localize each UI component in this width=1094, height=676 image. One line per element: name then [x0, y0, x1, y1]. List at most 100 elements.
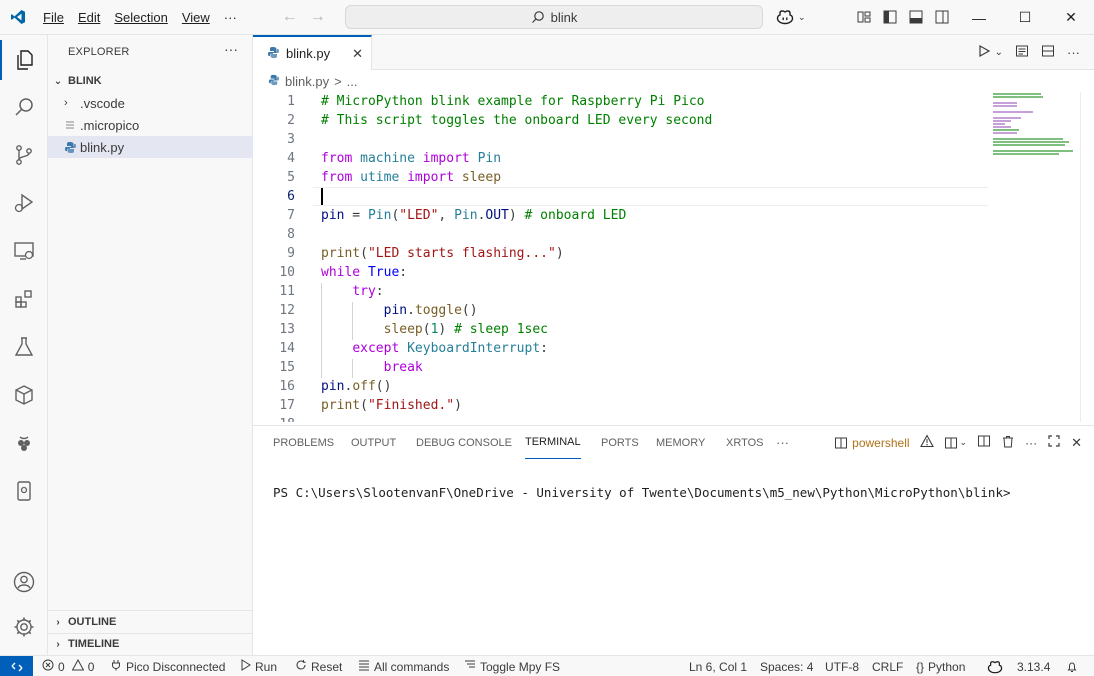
code-line-13: 13 sleep(1) # sleep 1sec — [253, 320, 988, 339]
settings-gear-icon[interactable] — [0, 607, 48, 647]
tree-item-micropico[interactable]: .micropico — [48, 114, 253, 136]
explorer-icon[interactable] — [0, 40, 48, 80]
menu-selection[interactable]: Selection — [107, 0, 174, 35]
all-commands-button[interactable]: All commands — [358, 656, 449, 676]
menu-view[interactable]: View — [175, 0, 217, 35]
notifications-bell-icon[interactable] — [1066, 656, 1078, 676]
terminal-prompt[interactable]: PS C:\Users\SlootenvanF\OneDrive - Unive… — [273, 485, 1011, 500]
tree-item-vscode[interactable]: › .vscode — [48, 92, 253, 114]
package-box-icon[interactable] — [0, 375, 48, 415]
tab-ports[interactable]: PORTS — [601, 426, 639, 459]
python-version[interactable]: 3.13.4 — [1017, 656, 1050, 676]
copilot-menu[interactable]: ⌄ — [776, 9, 806, 25]
toggle-mpy-fs-button[interactable]: Toggle Mpy FS — [464, 656, 560, 676]
problems-status[interactable]: 0 0 — [42, 656, 94, 676]
editor-more-button[interactable]: ··· — [1067, 45, 1080, 60]
python-file-icon — [268, 74, 280, 89]
plug-icon — [110, 659, 122, 674]
tree-item-blink-py[interactable]: blink.py — [48, 136, 253, 158]
run-debug-icon[interactable] — [0, 183, 48, 223]
search-view-icon[interactable] — [0, 87, 48, 127]
device-board-icon[interactable] — [0, 471, 48, 511]
tab-debug-console[interactable]: DEBUG CONSOLE — [416, 426, 512, 459]
code-line-10: 10 while True: — [253, 263, 988, 282]
status-bar: 0 0 Pico Disconnected Run Reset All comm… — [0, 655, 1094, 676]
split-editor-icon[interactable] — [1041, 44, 1055, 61]
breadcrumb-file[interactable]: blink.py — [285, 74, 329, 89]
timeline-section-header[interactable]: › TIMELINE — [48, 633, 253, 655]
indentation[interactable]: Spaces: 4 — [760, 656, 813, 676]
toggle-secondary-sidebar-icon[interactable] — [934, 9, 950, 25]
copilot-icon — [776, 10, 794, 25]
chevron-right-icon: › — [64, 97, 68, 109]
code-line-14: 14 except KeyboardInterrupt: — [253, 339, 988, 358]
remote-indicator-icon[interactable] — [0, 656, 33, 676]
code-line-4: 4 from machine import Pin — [253, 149, 988, 168]
editor-vertical-scrollbar[interactable] — [1080, 92, 1094, 422]
minimap[interactable] — [990, 92, 1082, 162]
chevron-down-icon[interactable]: ⌄ — [995, 47, 1003, 58]
raspberry-pi-icon[interactable] — [0, 423, 48, 463]
command-center-search[interactable]: blink — [345, 5, 763, 29]
code-token-comment: # This script toggles the onboard LED ev… — [321, 113, 713, 128]
tab-close-icon[interactable]: ✕ — [352, 46, 363, 62]
bottom-panel: PROBLEMS OUTPUT DEBUG CONSOLE TERMINAL P… — [253, 425, 1094, 655]
toggle-panel-icon[interactable] — [908, 9, 924, 25]
chevron-down-icon: ⌄ — [798, 11, 806, 22]
current-line-highlight — [313, 187, 988, 206]
line-number: 5 — [287, 170, 295, 185]
encoding[interactable]: UTF-8 — [825, 656, 859, 676]
python-file-icon — [267, 46, 280, 62]
panel-more-button[interactable]: ··· — [1025, 436, 1037, 450]
maximize-button[interactable]: ☐ — [1002, 0, 1048, 35]
outline-section-header[interactable]: › OUTLINE — [48, 611, 253, 633]
toggle-primary-sidebar-icon[interactable] — [882, 9, 898, 25]
language-mode[interactable]: {} Python — [916, 656, 965, 676]
trash-icon[interactable] — [1001, 434, 1015, 451]
testing-flask-icon[interactable] — [0, 327, 48, 367]
tab-label: blink.py — [286, 46, 331, 61]
cursor-position[interactable]: Ln 6, Col 1 — [689, 656, 747, 676]
panel-tabs-more-button[interactable]: ··· — [776, 426, 789, 459]
back-arrow-icon[interactable]: ← — [282, 8, 298, 26]
breadcrumb-symbols[interactable]: ... — [347, 74, 358, 89]
run-python-file-icon[interactable] — [977, 44, 991, 61]
maximize-panel-icon[interactable] — [1047, 434, 1061, 451]
terminal-shell-selector[interactable]: powershell — [834, 436, 910, 450]
pico-connection-status[interactable]: Pico Disconnected — [110, 656, 225, 676]
tab-xrtos[interactable]: XRTOS — [726, 426, 764, 459]
tab-blink-py[interactable]: blink.py ✕ — [253, 35, 372, 70]
run-button[interactable]: Run — [241, 656, 277, 676]
minimize-button[interactable]: — — [956, 0, 1002, 35]
source-control-icon[interactable] — [0, 135, 48, 175]
line-number: 12 — [279, 303, 295, 318]
line-number: 1 — [287, 94, 295, 109]
accounts-icon[interactable] — [0, 562, 48, 602]
remote-explorer-icon[interactable] — [0, 231, 48, 271]
line-ending[interactable]: CRLF — [872, 656, 903, 676]
menu-file[interactable]: File — [36, 0, 71, 35]
folder-header-blink[interactable]: ⌄ BLINK — [48, 70, 253, 92]
code-editor[interactable]: 1 # MicroPython blink example for Raspber… — [253, 92, 988, 422]
language-label: Python — [928, 659, 966, 674]
menu-more-button[interactable]: ··· — [217, 0, 244, 35]
menu-edit[interactable]: Edit — [71, 0, 107, 35]
extensions-icon[interactable] — [0, 279, 48, 319]
sidebar-more-button[interactable]: ··· — [224, 41, 238, 57]
open-preview-icon[interactable] — [1015, 44, 1029, 61]
customize-layout-icon[interactable] — [856, 9, 872, 25]
warning-icon[interactable] — [919, 434, 934, 451]
reset-button[interactable]: Reset — [295, 656, 342, 676]
tab-memory[interactable]: MEMORY — [656, 426, 705, 459]
copilot-status-icon[interactable] — [987, 656, 1003, 676]
editor-actions: ⌄ ··· — [977, 44, 1080, 61]
forward-arrow-icon[interactable]: → — [310, 8, 326, 26]
tab-problems[interactable]: PROBLEMS — [273, 426, 334, 459]
new-terminal-split-icon[interactable]: ⌄ — [944, 436, 967, 450]
tab-terminal[interactable]: TERMINAL — [525, 426, 581, 459]
split-terminal-icon[interactable] — [977, 434, 991, 451]
close-window-button[interactable]: ✕ — [1048, 0, 1094, 35]
tab-output[interactable]: OUTPUT — [351, 426, 396, 459]
close-panel-icon[interactable]: ✕ — [1071, 435, 1082, 451]
line-number: 14 — [279, 341, 295, 356]
